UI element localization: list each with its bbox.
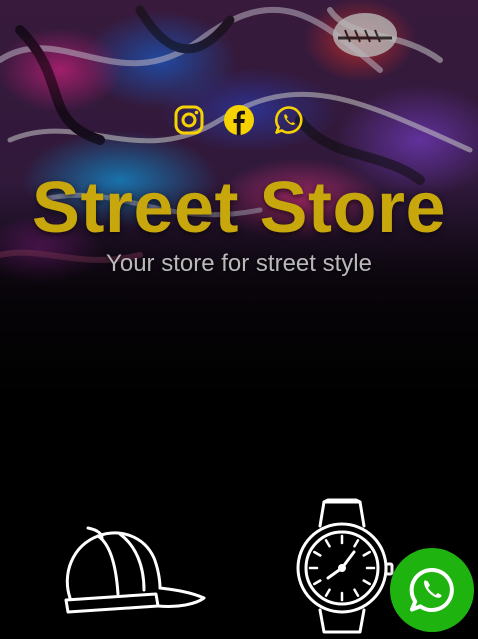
instagram-icon[interactable] xyxy=(173,104,205,136)
page-title: Street Store xyxy=(31,168,447,248)
whatsapp-chat-button[interactable] xyxy=(390,548,474,632)
page-subtitle: Your store for street style xyxy=(106,250,372,277)
whatsapp-icon xyxy=(409,567,454,612)
whatsapp-icon[interactable] xyxy=(273,104,305,136)
cap-icon[interactable] xyxy=(58,524,208,616)
facebook-icon[interactable] xyxy=(223,104,255,136)
social-links xyxy=(0,104,478,136)
watch-icon[interactable] xyxy=(294,498,394,634)
